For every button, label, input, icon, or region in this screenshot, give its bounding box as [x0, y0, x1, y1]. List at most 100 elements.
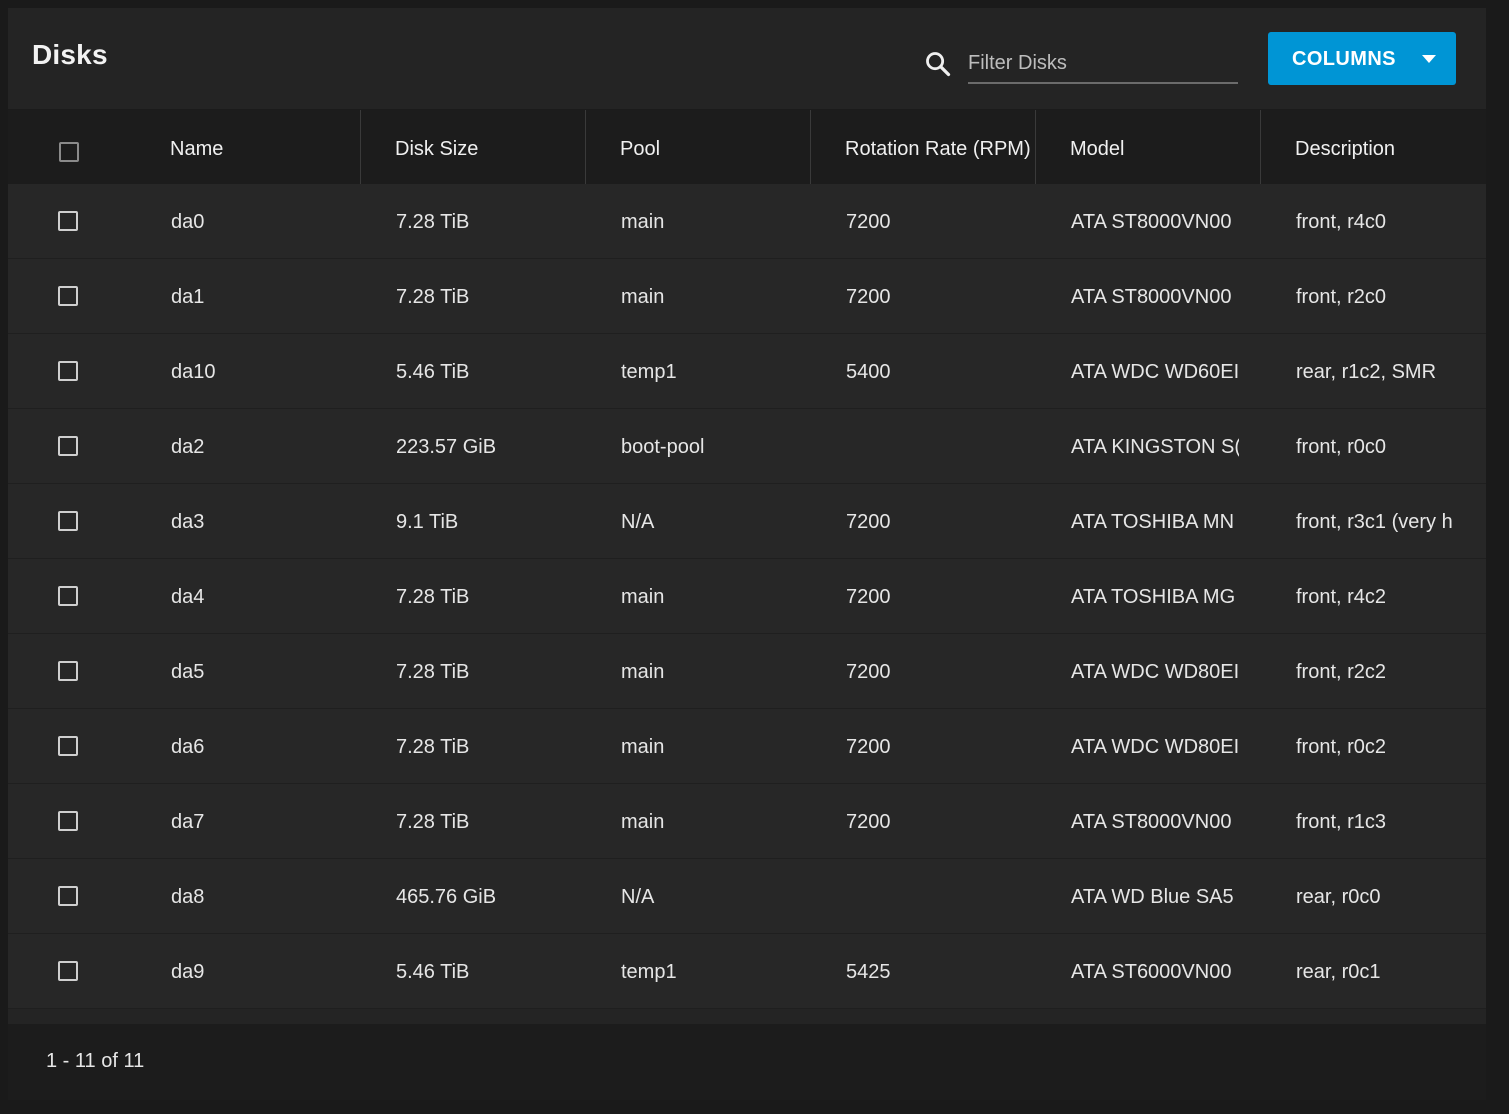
cell-name: da0: [171, 211, 205, 233]
table-row[interactable]: da6 7.28 TiB main 7200 ATA WDC WD80EI front, …: [8, 709, 1486, 784]
cell-description: front, r0c0: [1296, 436, 1387, 458]
cell-description: rear, r1c2, SMR: [1296, 361, 1437, 383]
table-row[interactable]: da10 5.46 TiB temp1 5400 ATA WDC WD60EI rear,…: [8, 334, 1486, 409]
cell-name: da7: [171, 811, 205, 833]
column-header-model[interactable]: Model: [1035, 110, 1260, 184]
cell-rotation-rate: 7200: [846, 511, 891, 533]
cell-model: ATA KINGSTON S(: [1071, 436, 1239, 458]
cell-rotation-rate: 5425: [846, 961, 891, 983]
cell-pool: boot-pool: [621, 436, 705, 458]
cell-name: da10: [171, 361, 216, 383]
table-row[interactable]: da3 9.1 TiB N/A 7200 ATA TOSHIBA MN front, r3…: [8, 484, 1486, 559]
cell-description: rear, r0c1: [1296, 961, 1381, 983]
cell-disk-size: 7.28 TiB: [396, 211, 470, 233]
table-footer: 1 - 11 of 11: [8, 1024, 1486, 1100]
cell-rotation-rate: 7200: [846, 211, 891, 233]
card-header: Disks COLUMNS: [8, 8, 1486, 110]
search-icon: [926, 52, 951, 77]
row-checkbox[interactable]: [58, 886, 78, 906]
cell-rotation-rate: 7200: [846, 736, 891, 758]
column-header-description[interactable]: Description: [1260, 110, 1486, 184]
cell-model: ATA WDC WD60EI: [1071, 361, 1239, 383]
column-header-rotation-rate[interactable]: Rotation Rate (RPM): [810, 110, 1035, 184]
table-row[interactable]: da9 5.46 TiB temp1 5425 ATA ST6000VN00 rear, …: [8, 934, 1486, 1009]
cell-pool: main: [621, 736, 665, 758]
row-checkbox[interactable]: [58, 211, 78, 231]
row-checkbox[interactable]: [58, 661, 78, 681]
cell-rotation-rate: 7200: [846, 661, 891, 683]
cell-pool: main: [621, 661, 665, 683]
table-header: Name Disk Size Pool Rotation Rate (RPM) …: [8, 110, 1486, 185]
table-row[interactable]: da0 7.28 TiB main 7200 ATA ST8000VN00 front, …: [8, 184, 1486, 259]
cell-description: front, r0c2: [1296, 736, 1387, 758]
cell-description: front, r3c1 (very h: [1296, 511, 1453, 533]
cell-description: front, r2c2: [1296, 661, 1387, 683]
cell-description: front, r2c0: [1296, 286, 1387, 308]
row-checkbox[interactable]: [58, 361, 78, 381]
row-checkbox[interactable]: [58, 436, 78, 456]
row-checkbox[interactable]: [58, 961, 78, 981]
cell-model: ATA WDC WD80EI: [1071, 661, 1239, 683]
cell-pool: N/A: [621, 886, 655, 908]
table-row[interactable]: da1 7.28 TiB main 7200 ATA ST8000VN00 front, …: [8, 259, 1486, 334]
row-checkbox[interactable]: [58, 736, 78, 756]
row-checkbox[interactable]: [58, 586, 78, 606]
cell-description: front, r4c2: [1296, 586, 1387, 608]
cell-pool: N/A: [621, 511, 655, 533]
cell-name: da4: [171, 586, 205, 608]
cell-pool: temp1: [621, 961, 677, 983]
table-row[interactable]: da2 223.57 GiB boot-pool ATA KINGSTON S( fro…: [8, 409, 1486, 484]
cell-name: da2: [171, 436, 205, 458]
table-row[interactable]: da8 465.76 GiB N/A ATA WD Blue SA5 rear, r0c…: [8, 859, 1486, 934]
cell-disk-size: 7.28 TiB: [396, 586, 470, 608]
cell-rotation-rate: [846, 859, 1026, 934]
cell-name: da6: [171, 736, 205, 758]
cell-pool: main: [621, 211, 665, 233]
cell-disk-size: 9.1 TiB: [396, 511, 459, 533]
cell-disk-size: 7.28 TiB: [396, 811, 470, 833]
page-title: Disks: [32, 39, 108, 70]
disks-card: Disks COLUMNS Name Disk Size Pool Rotati…: [8, 8, 1486, 1100]
cell-name: da8: [171, 886, 205, 908]
cell-disk-size: 7.28 TiB: [396, 736, 470, 758]
columns-button-label: COLUMNS: [1292, 48, 1396, 70]
column-header-pool[interactable]: Pool: [585, 110, 810, 184]
cell-pool: main: [621, 286, 665, 308]
cell-disk-size: 7.28 TiB: [396, 286, 470, 308]
cell-disk-size: 7.28 TiB: [396, 661, 470, 683]
cell-pool: main: [621, 586, 665, 608]
select-all-checkbox[interactable]: [59, 142, 79, 162]
cell-model: ATA ST8000VN00: [1071, 811, 1232, 833]
cell-disk-size: 223.57 GiB: [396, 436, 497, 458]
cell-disk-size: 5.46 TiB: [396, 961, 470, 983]
table-row[interactable]: da4 7.28 TiB main 7200 ATA TOSHIBA MG front, …: [8, 559, 1486, 634]
cell-rotation-rate: 7200: [846, 286, 891, 308]
cell-name: da1: [171, 286, 205, 308]
cell-rotation-rate: 7200: [846, 586, 891, 608]
cell-rotation-rate: [846, 409, 1026, 484]
table-row[interactable]: da5 7.28 TiB main 7200 ATA WDC WD80EI front, …: [8, 634, 1486, 709]
cell-pool: main: [621, 811, 665, 833]
cell-rotation-rate: 7200: [846, 811, 891, 833]
cell-name: da9: [171, 961, 205, 983]
column-header-disk-size[interactable]: Disk Size: [360, 110, 585, 184]
cell-name: da3: [171, 511, 205, 533]
cell-model: ATA ST8000VN00: [1071, 211, 1232, 233]
cell-model: ATA WDC WD80EI: [1071, 736, 1239, 758]
table-body: da0 7.28 TiB main 7200 ATA ST8000VN00 front, …: [8, 184, 1486, 1009]
filter-disks-input[interactable]: [968, 44, 1238, 84]
cell-disk-size: 465.76 GiB: [396, 886, 497, 908]
cell-model: ATA ST8000VN00: [1071, 286, 1232, 308]
cell-model: ATA TOSHIBA MG: [1071, 586, 1236, 608]
cell-model: ATA WD Blue SA5: [1071, 886, 1234, 908]
pagination-range: 1 - 11 of 11: [46, 1050, 145, 1072]
cell-rotation-rate: 5400: [846, 361, 891, 383]
row-checkbox[interactable]: [58, 811, 78, 831]
column-header-name[interactable]: Name: [170, 110, 360, 184]
columns-button[interactable]: COLUMNS: [1268, 32, 1456, 85]
cell-model: ATA TOSHIBA MN: [1071, 511, 1235, 533]
row-checkbox[interactable]: [58, 286, 78, 306]
table-row[interactable]: da7 7.28 TiB main 7200 ATA ST8000VN00 front, …: [8, 784, 1486, 859]
cell-description: front, r4c0: [1296, 211, 1387, 233]
row-checkbox[interactable]: [58, 511, 78, 531]
